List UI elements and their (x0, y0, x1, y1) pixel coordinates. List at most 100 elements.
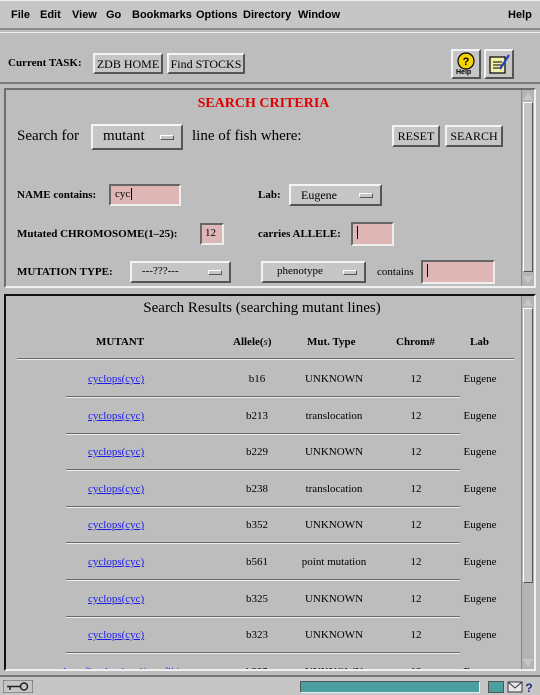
status-bar: ? (0, 675, 540, 695)
mail-question-icon[interactable]: ? (507, 680, 537, 694)
criteria-scrollbar[interactable] (521, 90, 534, 286)
allele-cell: b16 (248, 373, 266, 385)
chromosome-input[interactable]: 12 (200, 223, 224, 245)
search-criteria-title: SEARCH CRITERIA (197, 96, 330, 111)
search-for-label: Search for (17, 128, 80, 144)
chromosome-value: 12 (205, 227, 216, 239)
menu-file[interactable]: File (11, 9, 30, 21)
menu-bar: File Edit View Go Bookmarks Options Dire… (0, 0, 540, 30)
mutation-type-cell: UNKNOWN (304, 629, 364, 641)
lab-value: Eugene (301, 188, 337, 202)
row-divider (66, 652, 460, 654)
option-menu-indicator (208, 270, 222, 275)
search-button[interactable]: SEARCH (445, 125, 503, 147)
mutation-type-cell: UNKNOWN (304, 593, 364, 605)
mutation-type-cell: translocation (305, 410, 363, 422)
criteria-scroll-thumb[interactable] (523, 102, 533, 272)
menu-directory[interactable]: Directory (243, 9, 291, 21)
mutant-link[interactable]: cyclops(cyc) (88, 556, 144, 568)
allele-cell: b323 (246, 629, 268, 641)
scroll-up-arrow-icon[interactable] (523, 92, 533, 100)
lab-cell: Eugene (463, 373, 497, 385)
results-scrollbar[interactable] (521, 296, 534, 669)
lab-cell: Eugene (463, 519, 497, 531)
col-mutant: MUTANT (96, 336, 145, 348)
name-contains-input[interactable]: cyc (109, 184, 181, 206)
mutant-link[interactable]: cyclops;floating head(cyc;flh) (48, 666, 180, 669)
mutation-type-value: ---???--- (142, 265, 179, 277)
header-divider (17, 358, 514, 360)
chrom-cell: 12 (410, 519, 422, 531)
progress-bar (300, 681, 480, 693)
option-menu-indicator (359, 193, 373, 198)
mutant-link[interactable]: cyclops(cyc) (88, 629, 144, 641)
name-contains-label: NAME contains: (17, 189, 97, 201)
allele-cell: b238 (246, 483, 268, 495)
lab-cell: Eugene (463, 446, 497, 458)
scroll-up-arrow-icon[interactable] (523, 298, 533, 306)
menu-edit[interactable]: Edit (40, 9, 61, 21)
row-divider (66, 433, 460, 435)
phenotype-select[interactable]: phenotype (261, 261, 366, 283)
notepad-pen-icon (489, 54, 510, 74)
menu-bookmarks[interactable]: Bookmarks (132, 9, 192, 21)
mutation-type-cell: UNKNOWN (304, 519, 364, 531)
name-contains-value: cyc (115, 188, 131, 200)
find-stocks-button[interactable]: Find STOCKS (167, 53, 245, 74)
help-button[interactable]: ? Help (451, 49, 481, 79)
results-title: Search Results (searching mutant lines) (143, 300, 381, 316)
search-criteria-panel: SEARCH CRITERIA Search for mutant line o… (4, 88, 536, 288)
entity-type-select[interactable]: mutant (91, 124, 183, 150)
activity-indicator (488, 681, 504, 693)
mutant-link[interactable]: cyclops(cyc) (88, 519, 144, 531)
row-divider (66, 616, 460, 618)
reset-button[interactable]: RESET (392, 125, 440, 147)
mutant-link[interactable]: cyclops(cyc) (88, 410, 144, 422)
allele-cell: b229 (246, 446, 268, 458)
row-divider (66, 579, 460, 581)
chrom-cell: 12 (410, 629, 422, 641)
task-bar: Current TASK: ZDB HOME Find STOCKS ? Hel… (0, 32, 540, 84)
lab-select[interactable]: Eugene (289, 184, 382, 206)
notes-button[interactable] (484, 49, 514, 79)
allele-cell: b352 (246, 519, 268, 531)
zdb-home-button[interactable]: ZDB HOME (93, 53, 163, 74)
row-divider (66, 506, 460, 508)
lab-cell: Eugene (463, 556, 497, 568)
mutant-link[interactable]: cyclops(cyc) (88, 483, 144, 495)
chrom-cell: 12 (410, 410, 422, 422)
current-task-label: Current TASK: (8, 57, 82, 69)
results-scroll-thumb[interactable] (523, 308, 533, 583)
chrom-cell: 12 (410, 446, 422, 458)
mutation-type-select[interactable]: ---???--- (130, 261, 231, 283)
mutation-type-cell: UNKNOWN (305, 666, 363, 669)
mutation-type-cell: UNKNOWN (304, 446, 364, 458)
chrom-cell: 12 (411, 666, 422, 669)
scroll-down-arrow-icon[interactable] (523, 276, 533, 284)
col-mut-type: Mut. Type (307, 336, 356, 348)
mutant-link[interactable]: cyclops(cyc) (88, 593, 144, 605)
mutant-link[interactable]: cyclops(cyc) (88, 373, 144, 385)
menu-go[interactable]: Go (106, 9, 121, 21)
menu-view[interactable]: View (72, 9, 97, 21)
lab-cell: Eugene (463, 410, 497, 422)
lab-cell: Eugene (464, 666, 497, 669)
scroll-down-arrow-icon[interactable] (523, 659, 533, 667)
mutation-type-cell: UNKNOWN (304, 373, 364, 385)
menu-window[interactable]: Window (298, 9, 340, 21)
col-lab: Lab (470, 336, 489, 348)
chrom-cell: 12 (410, 593, 422, 605)
chrom-cell: 12 (410, 373, 422, 385)
allele-input[interactable] (351, 222, 394, 246)
mutation-type-cell: translocation (305, 483, 363, 495)
help-icon-label: Help (456, 69, 472, 76)
option-menu-indicator (343, 270, 357, 275)
lab-cell: Eugene (463, 593, 497, 605)
menu-help[interactable]: Help (508, 9, 532, 21)
chrom-cell: 12 (410, 483, 422, 495)
phenotype-contains-input[interactable] (421, 260, 495, 284)
allele-cell: b325 (246, 593, 268, 605)
menu-options[interactable]: Options (196, 9, 238, 21)
option-menu-indicator (160, 135, 174, 140)
mutant-link[interactable]: cyclops(cyc) (88, 446, 144, 458)
